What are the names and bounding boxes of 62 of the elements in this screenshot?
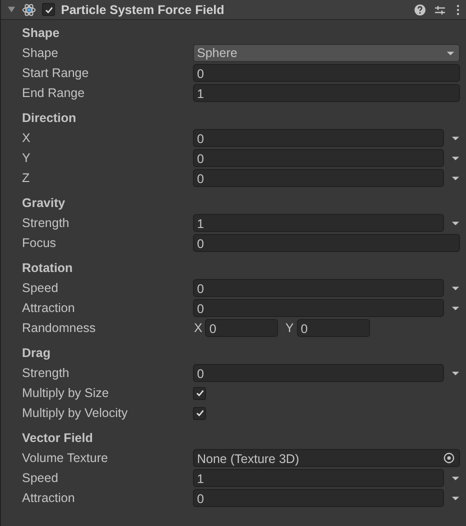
enabled-checkbox[interactable] <box>42 3 55 16</box>
checkbox[interactable] <box>193 386 206 400</box>
dropdown-field[interactable]: Sphere <box>193 44 460 62</box>
mode-caret-icon[interactable] <box>451 304 460 312</box>
checkbox[interactable] <box>193 406 206 420</box>
field-label: Volume Texture <box>21 451 109 465</box>
field-label: Strength <box>21 366 70 380</box>
section-heading: Rotation <box>21 260 74 277</box>
field-label: Focus <box>21 236 58 250</box>
preset-sliders-icon[interactable] <box>434 4 446 16</box>
object-picker-icon[interactable] <box>443 452 455 464</box>
field-label: Attraction <box>21 491 76 505</box>
mode-caret-icon[interactable] <box>451 368 460 378</box>
number-field[interactable]: 1 <box>193 214 444 232</box>
field-label: Strength <box>21 216 70 230</box>
more-options-icon[interactable] <box>456 4 460 16</box>
axis-label: X <box>194 321 202 335</box>
component-title: Particle System Force Field <box>61 2 226 16</box>
number-field[interactable]: 1 <box>193 469 444 487</box>
section-heading: Vector Field <box>21 430 94 447</box>
number-field[interactable]: 0 <box>193 299 444 317</box>
mode-caret-icon[interactable] <box>451 284 460 292</box>
number-field[interactable]: 0 <box>193 279 444 297</box>
field-label: Randomness <box>21 321 97 335</box>
number-field[interactable]: 0 <box>193 64 460 82</box>
number-field[interactable]: 0 <box>296 319 370 337</box>
section-heading: Direction <box>21 110 78 127</box>
number-field[interactable]: 0 <box>205 319 278 337</box>
foldout-caret-icon[interactable] <box>7 5 16 14</box>
field-label: End Range <box>21 86 86 100</box>
help-icon[interactable] <box>414 4 426 16</box>
number-field[interactable]: 0 <box>193 169 444 187</box>
check-icon <box>44 4 54 14</box>
number-field[interactable]: 0 <box>193 489 444 507</box>
field-label: Attraction <box>21 301 76 315</box>
axis-label: Y <box>285 321 294 335</box>
mode-caret-icon[interactable] <box>451 474 460 482</box>
number-field[interactable]: 0 <box>193 364 444 382</box>
field-label: Start Range <box>21 66 90 80</box>
number-field[interactable]: 0 <box>193 234 460 252</box>
field-label: Multiply by Velocity <box>21 406 129 420</box>
field-label: Y <box>21 151 32 165</box>
section-heading: Drag <box>21 345 52 362</box>
field-label: Speed <box>21 471 60 485</box>
atom-icon <box>22 2 36 16</box>
field-label: X <box>21 131 32 145</box>
field-label: Shape <box>21 46 60 60</box>
number-field[interactable]: 0 <box>193 129 444 147</box>
mode-caret-icon[interactable] <box>451 494 460 502</box>
number-field[interactable]: 0 <box>193 149 444 167</box>
object-field[interactable]: None (Texture 3D) <box>193 449 460 467</box>
caret-icon <box>446 48 455 58</box>
field-label: Multiply by Size <box>21 386 110 400</box>
section-heading: Gravity <box>21 195 66 212</box>
mode-caret-icon[interactable] <box>451 134 460 142</box>
field-label: Z <box>21 171 31 185</box>
section-heading: Shape <box>21 25 61 42</box>
mode-caret-icon[interactable] <box>451 154 460 162</box>
mode-caret-icon[interactable] <box>451 218 460 228</box>
field-label: Speed <box>21 281 60 295</box>
mode-caret-icon[interactable] <box>451 174 460 182</box>
number-field[interactable]: 1 <box>193 84 460 102</box>
